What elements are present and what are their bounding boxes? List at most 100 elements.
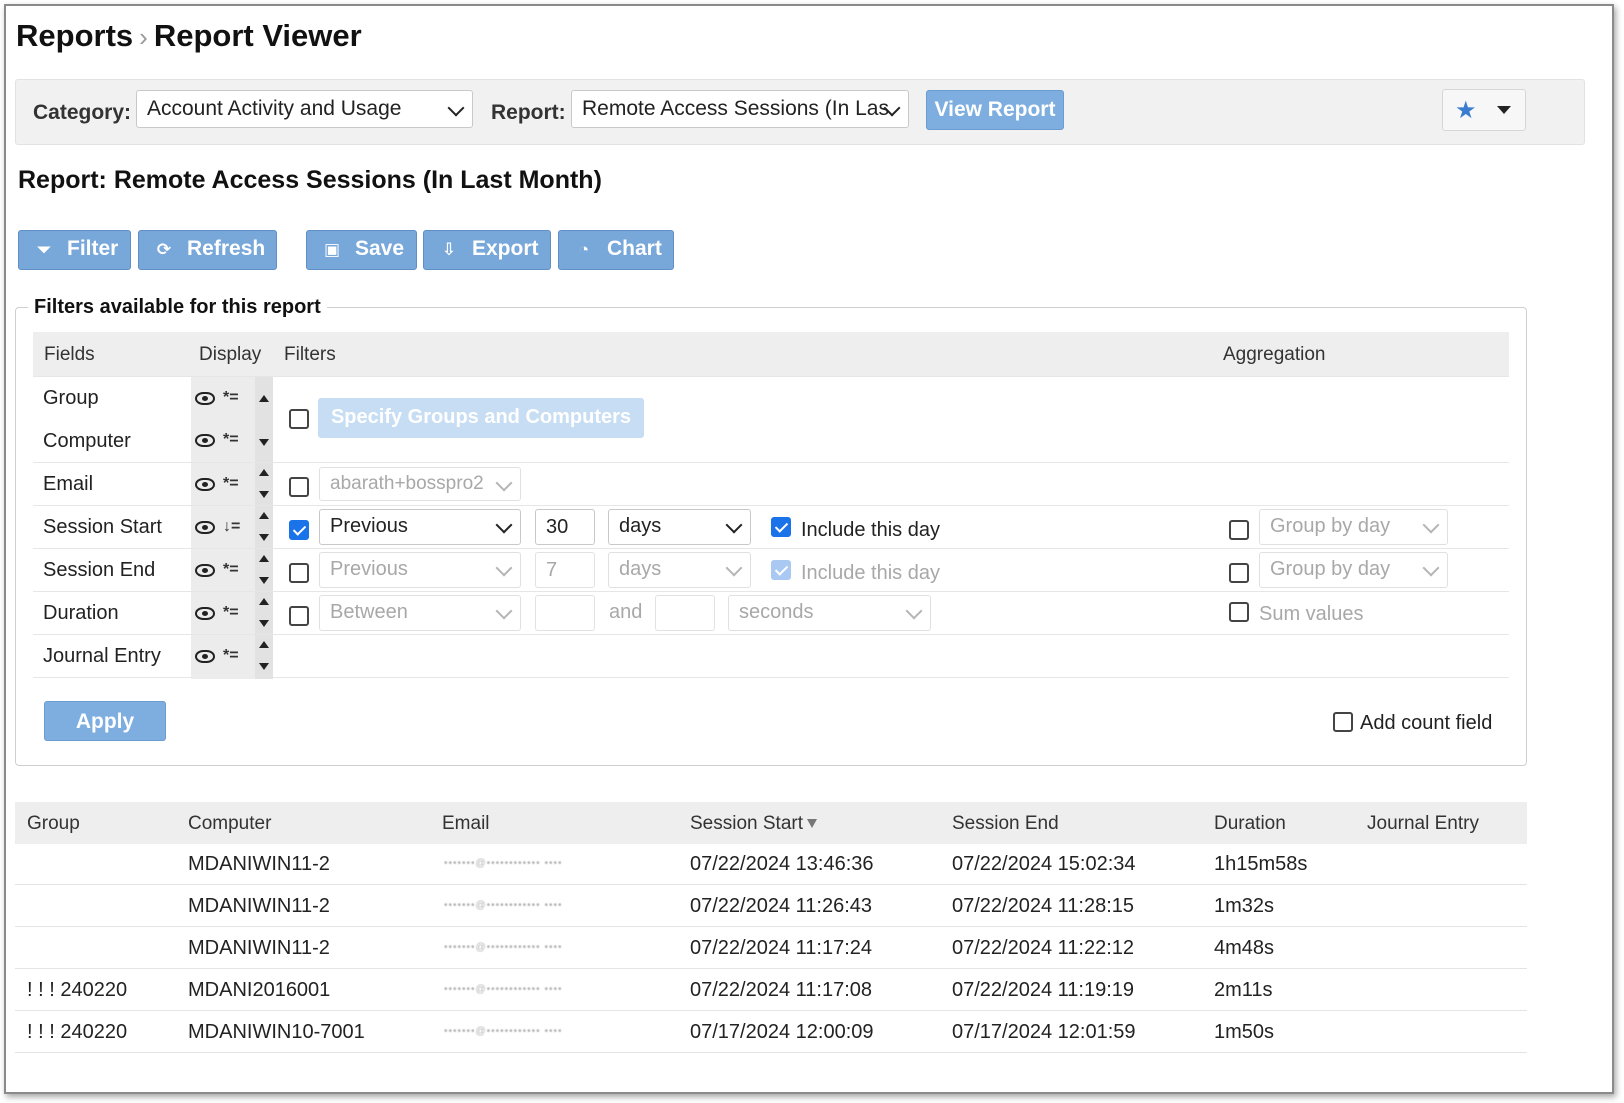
eye-icon[interactable] xyxy=(195,434,215,447)
cell-computer: MDANIWIN11-2 xyxy=(188,937,330,959)
col-journal-entry[interactable]: Journal Entry xyxy=(1367,813,1479,835)
reorder-handle xyxy=(255,549,273,592)
chart-icon: ◔ xyxy=(578,240,590,259)
session-start-mode-select[interactable]: Previous xyxy=(319,509,521,545)
cell-duration: 1h15m58s xyxy=(1214,853,1308,875)
move-down-icon[interactable] xyxy=(259,439,269,446)
cell-session-start: 07/22/2024 11:17:08 xyxy=(690,979,873,1001)
sort-toggle-icon[interactable]: *= xyxy=(223,604,239,622)
refresh-button-label: Refresh xyxy=(187,237,266,260)
save-button-label: Save xyxy=(355,237,405,260)
sort-toggle-icon[interactable]: *= xyxy=(223,475,239,493)
duration-unit-select[interactable]: seconds xyxy=(728,595,931,631)
session-end-include-day-checkbox[interactable] xyxy=(771,560,791,580)
col-computer[interactable]: Computer xyxy=(188,813,271,835)
sort-toggle-icon[interactable]: *= xyxy=(223,647,239,665)
eye-icon[interactable] xyxy=(195,392,215,405)
duration-sum-checkbox[interactable] xyxy=(1229,602,1249,622)
session-end-filter-checkbox[interactable] xyxy=(289,563,309,583)
specify-groups-computers-button[interactable]: Specify Groups and Computers xyxy=(318,398,644,438)
breadcrumb-reports-link[interactable]: Reports xyxy=(16,18,133,53)
session-start-include-day-label: Include this day xyxy=(801,519,940,541)
chart-button[interactable]: ◔ Chart xyxy=(558,230,674,270)
move-up-icon[interactable] xyxy=(259,469,269,476)
group-filter-checkbox[interactable] xyxy=(289,409,309,429)
move-down-icon[interactable] xyxy=(259,663,269,670)
table-row[interactable]: ! ! ! 240220 MDANI2016001 •••••••@••••••… xyxy=(15,970,1527,1011)
col-duration[interactable]: Duration xyxy=(1214,813,1286,835)
move-up-icon[interactable] xyxy=(259,641,269,648)
chevron-down-icon xyxy=(725,559,743,577)
eye-icon[interactable] xyxy=(195,521,215,534)
session-start-include-day-checkbox[interactable] xyxy=(771,517,791,537)
move-down-icon[interactable] xyxy=(259,491,269,498)
display-controls: ↓= xyxy=(191,506,273,549)
session-start-unit-select[interactable]: days xyxy=(608,509,751,545)
table-row[interactable]: MDANIWIN11-2 •••••••@•••••••••••• •••• 0… xyxy=(15,844,1527,885)
email-filter-checkbox[interactable] xyxy=(289,477,309,497)
export-button[interactable]: ⇩ Export xyxy=(423,230,551,270)
move-down-icon[interactable] xyxy=(259,577,269,584)
filter-row-email: Email *= abarath+bosspro2 xyxy=(33,462,1509,506)
caret-down-icon xyxy=(1497,106,1511,114)
filter-button[interactable]: ⏷ Filter xyxy=(18,230,131,270)
table-row[interactable]: MDANIWIN11-2 •••••••@•••••••••••• •••• 0… xyxy=(15,928,1527,969)
eye-icon[interactable] xyxy=(195,607,215,620)
move-up-icon[interactable] xyxy=(259,512,269,519)
sort-descending-icon xyxy=(807,819,817,829)
session-end-group-select[interactable]: Group by day xyxy=(1259,552,1448,588)
move-up-icon[interactable] xyxy=(259,395,269,402)
add-count-field-checkbox[interactable] xyxy=(1333,712,1353,732)
move-up-icon[interactable] xyxy=(259,555,269,562)
session-end-group-checkbox[interactable] xyxy=(1229,563,1249,583)
cell-computer: MDANIWIN11-2 xyxy=(188,853,330,875)
move-down-icon[interactable] xyxy=(259,534,269,541)
favorites-dropdown-button[interactable]: ★ xyxy=(1442,89,1526,131)
eye-icon[interactable] xyxy=(195,564,215,577)
move-down-icon[interactable] xyxy=(259,620,269,627)
session-start-mode-value: Previous xyxy=(330,515,408,537)
field-group-label: Group xyxy=(43,387,99,409)
session-start-group-value: Group by day xyxy=(1270,515,1391,537)
table-row[interactable]: ! ! ! 240220 MDANIWIN10-7001 •••••••@•••… xyxy=(15,1012,1527,1053)
sort-descending-icon[interactable]: ↓= xyxy=(223,518,240,536)
refresh-icon: ⟳ xyxy=(156,240,172,259)
eye-icon[interactable] xyxy=(195,478,215,491)
duration-min-input[interactable] xyxy=(535,595,595,631)
save-button[interactable]: ▣ Save xyxy=(306,230,417,270)
duration-filter-checkbox[interactable] xyxy=(289,606,309,626)
eye-icon[interactable] xyxy=(195,650,215,663)
view-report-button[interactable]: View Report xyxy=(926,90,1064,130)
session-end-unit-select[interactable]: days xyxy=(608,552,751,588)
col-session-start-label: Session Start xyxy=(690,813,803,834)
session-end-mode-select[interactable]: Previous xyxy=(319,552,521,588)
session-start-filter-checkbox[interactable] xyxy=(289,520,309,540)
results-table-header: Group Computer Email Session Start Sessi… xyxy=(15,802,1527,844)
col-session-end[interactable]: Session End xyxy=(952,813,1059,835)
category-select[interactable]: Account Activity and Usage xyxy=(136,90,473,128)
col-email[interactable]: Email xyxy=(442,813,490,835)
export-icon: ⇩ xyxy=(441,240,457,259)
session-start-group-select[interactable]: Group by day xyxy=(1259,509,1448,545)
move-up-icon[interactable] xyxy=(259,598,269,605)
chevron-down-icon xyxy=(495,474,513,492)
refresh-button[interactable]: ⟳ Refresh xyxy=(138,230,277,270)
category-select-value: Account Activity and Usage xyxy=(147,97,402,120)
col-group[interactable]: Group xyxy=(27,813,80,835)
duration-max-input[interactable] xyxy=(655,595,715,631)
chevron-down-icon xyxy=(495,602,513,620)
reorder-handle xyxy=(255,635,273,679)
duration-mode-select[interactable]: Between xyxy=(319,595,521,631)
email-select[interactable]: abarath+bosspro2 xyxy=(319,467,521,501)
session-start-group-checkbox[interactable] xyxy=(1229,520,1249,540)
sort-toggle-icon[interactable]: *= xyxy=(223,561,239,579)
session-end-count-input[interactable]: 7 xyxy=(535,552,595,588)
filter-row-session-start: Session Start ↓= Previous 30 days Includ… xyxy=(33,505,1509,549)
sort-toggle-icon[interactable]: *= xyxy=(223,389,239,407)
sort-toggle-icon[interactable]: *= xyxy=(223,431,239,449)
report-select[interactable]: Remote Access Sessions (In Las xyxy=(571,90,909,128)
col-session-start[interactable]: Session Start xyxy=(690,813,817,835)
session-start-count-input[interactable]: 30 xyxy=(535,509,595,545)
apply-button[interactable]: Apply xyxy=(44,701,166,741)
table-row[interactable]: MDANIWIN11-2 •••••••@•••••••••••• •••• 0… xyxy=(15,886,1527,927)
